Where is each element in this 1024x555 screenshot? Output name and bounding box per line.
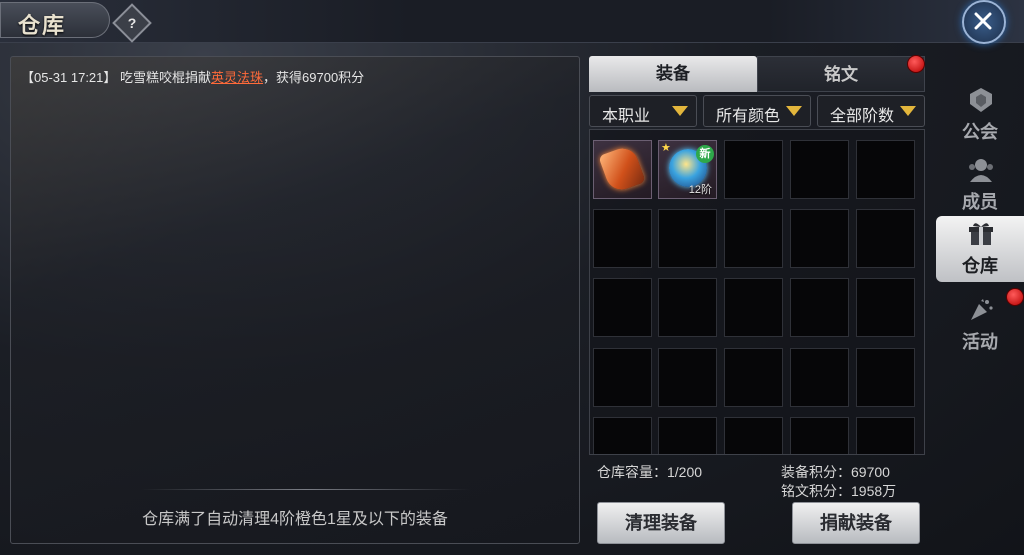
nav-label-members: 成员 <box>962 192 998 212</box>
help-icon[interactable]: ? <box>112 3 152 43</box>
empty-slot[interactable] <box>856 348 915 407</box>
notification-dot <box>1006 288 1024 306</box>
empty-slot[interactable] <box>856 278 915 337</box>
close-button[interactable] <box>962 0 1006 44</box>
empty-slot[interactable] <box>856 140 915 199</box>
filter-class-label: 本职业 <box>602 108 651 125</box>
empty-slot[interactable] <box>856 209 915 268</box>
event-icon <box>971 299 993 320</box>
empty-slot[interactable] <box>790 209 849 268</box>
nav-item-members[interactable]: 成员 <box>936 152 1024 218</box>
filter-class-dropdown[interactable]: 本职业 <box>589 95 697 127</box>
dropdown-arrow-icon <box>672 106 688 116</box>
filter-tier-label: 全部阶数 <box>830 108 895 125</box>
filter-color-label: 所有颜色 <box>716 108 781 125</box>
empty-slot[interactable] <box>724 348 783 407</box>
donate-equipment-button[interactable]: 捐献装备 <box>792 502 920 544</box>
empty-slot[interactable] <box>658 417 717 454</box>
log-entry-text: 【05-31 17:21】 吃雪糕咬棍捐献 <box>21 70 212 85</box>
empty-slot[interactable] <box>658 278 717 337</box>
nav-label-guild: 公会 <box>962 122 998 142</box>
capacity-text: 仓库容量：1/200 <box>597 464 703 480</box>
clean-equipment-button[interactable]: 清理装备 <box>597 502 725 544</box>
dropdown-arrow-icon <box>900 106 916 116</box>
side-nav: 公会 成员 仓库 活动 <box>936 82 1024 362</box>
empty-slot[interactable] <box>724 417 783 454</box>
filter-color-dropdown[interactable]: 所有颜色 <box>703 95 811 127</box>
item-tier: 12阶 <box>688 184 712 196</box>
equip-score-text: 装备积分：69700 <box>781 464 890 480</box>
nav-item-guild[interactable]: 公会 <box>936 82 1024 148</box>
empty-slot[interactable] <box>658 348 717 407</box>
nav-label-storage: 仓库 <box>962 256 998 276</box>
empty-slot[interactable] <box>593 348 652 407</box>
item-slot[interactable] <box>593 140 652 199</box>
gift-icon <box>969 223 993 245</box>
close-icon <box>974 12 992 30</box>
empty-slot[interactable] <box>593 209 652 268</box>
tab-inscription[interactable]: 铭文 <box>757 56 925 92</box>
rune-score-text: 铭文积分：1958万 <box>781 483 897 499</box>
empty-slot[interactable] <box>790 417 849 454</box>
empty-slot[interactable] <box>593 278 652 337</box>
guild-icon <box>970 88 992 112</box>
empty-slot[interactable] <box>724 140 783 199</box>
item-slot[interactable]: ★ 新 12阶 <box>658 140 717 199</box>
filter-tier-dropdown[interactable]: 全部阶数 <box>817 95 925 127</box>
title-plate: 仓库 <box>0 2 110 38</box>
star-icon: ★ <box>661 142 671 154</box>
new-badge: 新 <box>696 145 714 163</box>
nav-label-events: 活动 <box>962 332 998 352</box>
empty-slot[interactable] <box>790 348 849 407</box>
log-panel: 【05-31 17:21】 吃雪糕咬棍捐献英灵法珠，获得69700积分 仓库满了… <box>10 56 580 544</box>
dropdown-arrow-icon <box>786 106 802 116</box>
members-icon <box>969 159 993 182</box>
storage-tabs: 装备 铭文 <box>589 56 925 92</box>
orange-gem-icon <box>598 144 646 194</box>
page-title: 仓库 <box>18 13 67 38</box>
empty-slot[interactable] <box>724 209 783 268</box>
help-symbol: ? <box>127 15 137 31</box>
top-bar: 仓库 ? <box>0 0 1024 44</box>
notification-dot <box>907 55 925 73</box>
divider <box>141 489 471 490</box>
log-entry: 【05-31 17:21】 吃雪糕咬棍捐献英灵法珠，获得69700积分 <box>21 67 364 86</box>
nav-item-storage[interactable]: 仓库 <box>936 216 1024 282</box>
tab-equipment[interactable]: 装备 <box>589 56 757 92</box>
empty-slot[interactable] <box>790 140 849 199</box>
auto-clean-notice: 仓库满了自动清理4阶橙色1星及以下的装备 <box>142 511 448 528</box>
log-item-link[interactable]: 英灵法珠 <box>211 70 263 85</box>
empty-slot[interactable] <box>658 209 717 268</box>
storage-grid: ★ 新 12阶 <box>589 129 925 455</box>
empty-slot[interactable] <box>724 278 783 337</box>
empty-slot[interactable] <box>856 417 915 454</box>
empty-slot[interactable] <box>790 278 849 337</box>
log-entry-reward: ，获得69700积分 <box>263 70 365 85</box>
empty-slot[interactable] <box>593 417 652 454</box>
